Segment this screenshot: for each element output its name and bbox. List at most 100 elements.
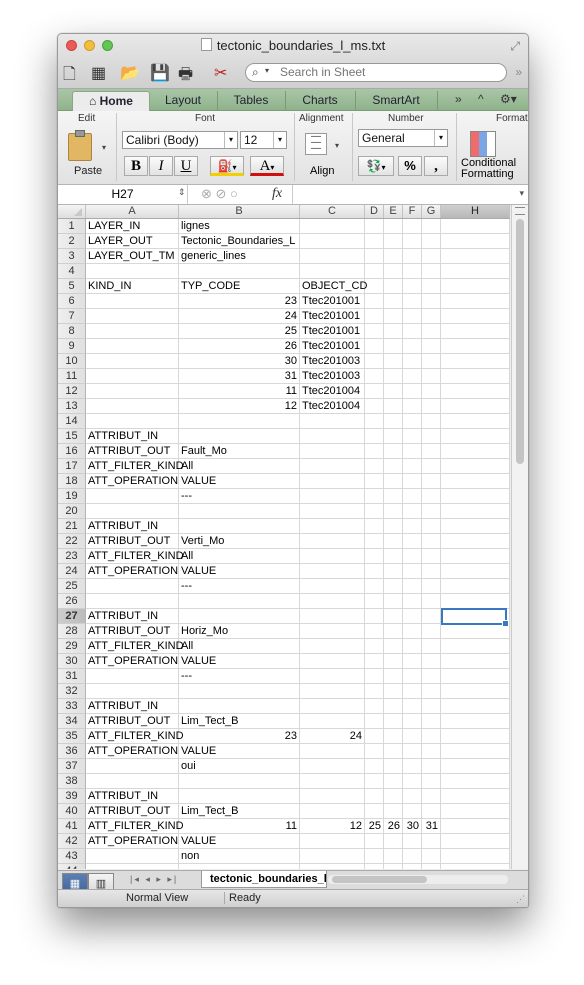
sheet-tab[interactable]: tectonic_boundaries_l_ms bbox=[201, 871, 327, 888]
paste-icon[interactable] bbox=[68, 130, 92, 161]
cell-c[interactable]: Ttec201004 bbox=[300, 399, 365, 414]
cell-f[interactable] bbox=[403, 579, 422, 594]
cell-c[interactable] bbox=[300, 804, 365, 819]
cell-h[interactable] bbox=[441, 249, 510, 264]
cell-h[interactable] bbox=[441, 594, 510, 609]
cell-e[interactable] bbox=[384, 684, 403, 699]
cell-e[interactable] bbox=[384, 759, 403, 774]
cell-a[interactable] bbox=[86, 339, 179, 354]
cell-f[interactable] bbox=[403, 339, 422, 354]
cell-e[interactable] bbox=[384, 579, 403, 594]
row-header[interactable]: 26 bbox=[58, 594, 86, 609]
cell-h[interactable] bbox=[441, 684, 510, 699]
new-workbook-icon[interactable]: 🗋 bbox=[63, 63, 76, 90]
cell-a[interactable] bbox=[86, 294, 179, 309]
cell-c[interactable] bbox=[300, 414, 365, 429]
cell-g[interactable] bbox=[422, 744, 441, 759]
cell-d[interactable] bbox=[365, 744, 384, 759]
cell-c[interactable] bbox=[300, 549, 365, 564]
tab-tables[interactable]: Tables bbox=[217, 91, 286, 110]
column-header-h[interactable]: H bbox=[441, 205, 510, 218]
cell-h[interactable] bbox=[441, 354, 510, 369]
cell-b[interactable]: 23 bbox=[179, 294, 300, 309]
cell-d[interactable] bbox=[365, 609, 384, 624]
cell-d[interactable] bbox=[365, 489, 384, 504]
cell-f[interactable] bbox=[403, 234, 422, 249]
row-header[interactable]: 11 bbox=[58, 369, 86, 384]
cell-e[interactable] bbox=[384, 564, 403, 579]
cell-g[interactable] bbox=[422, 564, 441, 579]
cell-d[interactable] bbox=[365, 699, 384, 714]
row-header[interactable]: 1 bbox=[58, 219, 86, 234]
cell-d[interactable] bbox=[365, 294, 384, 309]
cell-f[interactable] bbox=[403, 549, 422, 564]
cell-h[interactable] bbox=[441, 339, 510, 354]
cell-f[interactable] bbox=[403, 354, 422, 369]
cell-b[interactable]: VALUE bbox=[179, 744, 300, 759]
search-box[interactable]: ⌕ ▾ bbox=[245, 63, 507, 82]
cell-c[interactable] bbox=[300, 564, 365, 579]
cell-b[interactable]: 31 bbox=[179, 369, 300, 384]
cell-b[interactable]: 25 bbox=[179, 324, 300, 339]
cell-e[interactable] bbox=[384, 414, 403, 429]
cell-d[interactable] bbox=[365, 264, 384, 279]
cell-c[interactable] bbox=[300, 699, 365, 714]
cell-a[interactable] bbox=[86, 489, 179, 504]
cell-e[interactable] bbox=[384, 699, 403, 714]
cell-e[interactable] bbox=[384, 534, 403, 549]
cell-d[interactable] bbox=[365, 519, 384, 534]
vertical-scrollbar[interactable] bbox=[511, 205, 528, 869]
cell-c[interactable]: Ttec201001 bbox=[300, 324, 365, 339]
cell-e[interactable] bbox=[384, 249, 403, 264]
cell-c[interactable] bbox=[300, 864, 365, 869]
cell-h[interactable] bbox=[441, 654, 510, 669]
row-header[interactable]: 7 bbox=[58, 309, 86, 324]
cell-g[interactable] bbox=[422, 759, 441, 774]
cell-e[interactable] bbox=[384, 549, 403, 564]
cell-e[interactable] bbox=[384, 399, 403, 414]
cell-b[interactable]: 12 bbox=[179, 399, 300, 414]
cell-g[interactable] bbox=[422, 249, 441, 264]
row-header[interactable]: 16 bbox=[58, 444, 86, 459]
cell-a[interactable]: KIND_IN bbox=[86, 279, 179, 294]
cell-d[interactable] bbox=[365, 249, 384, 264]
cell-g[interactable] bbox=[422, 474, 441, 489]
cell-h[interactable] bbox=[441, 459, 510, 474]
row-header[interactable]: 3 bbox=[58, 249, 86, 264]
cell-g[interactable] bbox=[422, 519, 441, 534]
cell-b[interactable] bbox=[179, 699, 300, 714]
cell-a[interactable] bbox=[86, 774, 179, 789]
row-header[interactable]: 15 bbox=[58, 429, 86, 444]
cell-d[interactable] bbox=[365, 549, 384, 564]
paste-button-label[interactable]: Paste bbox=[74, 165, 102, 177]
cell-d[interactable] bbox=[365, 669, 384, 684]
row-header[interactable]: 6 bbox=[58, 294, 86, 309]
row-header[interactable]: 31 bbox=[58, 669, 86, 684]
cell-b[interactable] bbox=[179, 594, 300, 609]
cell-h[interactable] bbox=[441, 369, 510, 384]
cell-c[interactable] bbox=[300, 474, 365, 489]
cell-e[interactable] bbox=[384, 489, 403, 504]
cell-e[interactable] bbox=[384, 789, 403, 804]
cell-f[interactable] bbox=[403, 534, 422, 549]
row-header[interactable]: 5 bbox=[58, 279, 86, 294]
cell-e[interactable] bbox=[384, 429, 403, 444]
cell-f[interactable] bbox=[403, 639, 422, 654]
cell-h[interactable] bbox=[441, 309, 510, 324]
cell-c[interactable] bbox=[300, 639, 365, 654]
cell-c[interactable] bbox=[300, 234, 365, 249]
cell-g[interactable] bbox=[422, 669, 441, 684]
cell-e[interactable] bbox=[384, 864, 403, 869]
cell-g[interactable] bbox=[422, 459, 441, 474]
cell-f[interactable] bbox=[403, 264, 422, 279]
row-header[interactable]: 14 bbox=[58, 414, 86, 429]
bold-button[interactable]: B bbox=[124, 156, 148, 176]
cell-c[interactable] bbox=[300, 534, 365, 549]
cell-d[interactable] bbox=[365, 564, 384, 579]
cell-c[interactable] bbox=[300, 789, 365, 804]
cell-c[interactable] bbox=[300, 429, 365, 444]
cell-a[interactable]: ATT_FILTER_KIND bbox=[86, 549, 184, 564]
cell-c[interactable] bbox=[300, 444, 365, 459]
cell-e[interactable] bbox=[384, 444, 403, 459]
horizontal-scroll-thumb[interactable] bbox=[332, 876, 427, 883]
